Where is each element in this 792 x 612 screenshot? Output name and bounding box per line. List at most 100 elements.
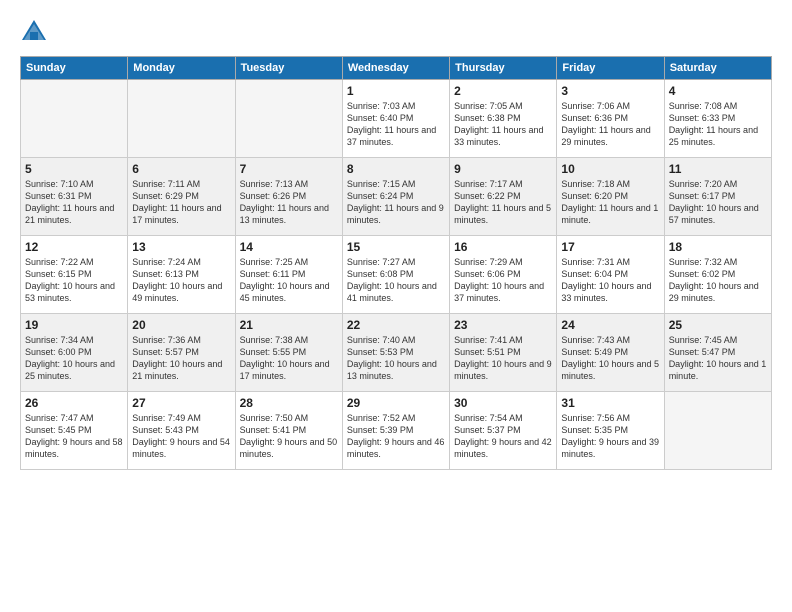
day-number: 26 <box>25 396 123 410</box>
calendar-cell: 2 Sunrise: 7:05 AM Sunset: 6:38 PM Daylig… <box>450 80 557 158</box>
day-number: 28 <box>240 396 338 410</box>
day-content: Sunrise: 7:13 AM Sunset: 6:26 PM Dayligh… <box>240 178 338 227</box>
calendar-cell: 30 Sunrise: 7:54 AM Sunset: 5:37 PM Dayli… <box>450 392 557 470</box>
day-number: 10 <box>561 162 659 176</box>
weekday-header-row: SundayMondayTuesdayWednesdayThursdayFrid… <box>21 57 772 80</box>
day-number: 23 <box>454 318 552 332</box>
day-number: 29 <box>347 396 445 410</box>
day-number: 4 <box>669 84 767 98</box>
calendar-cell: 23 Sunrise: 7:41 AM Sunset: 5:51 PM Dayli… <box>450 314 557 392</box>
day-number: 13 <box>132 240 230 254</box>
day-content: Sunrise: 7:49 AM Sunset: 5:43 PM Dayligh… <box>132 412 230 461</box>
day-number: 12 <box>25 240 123 254</box>
calendar-table: SundayMondayTuesdayWednesdayThursdayFrid… <box>20 56 772 470</box>
day-number: 25 <box>669 318 767 332</box>
day-content: Sunrise: 7:56 AM Sunset: 5:35 PM Dayligh… <box>561 412 659 461</box>
day-content: Sunrise: 7:11 AM Sunset: 6:29 PM Dayligh… <box>132 178 230 227</box>
calendar-cell: 22 Sunrise: 7:40 AM Sunset: 5:53 PM Dayli… <box>342 314 449 392</box>
day-content: Sunrise: 7:47 AM Sunset: 5:45 PM Dayligh… <box>25 412 123 461</box>
calendar-cell: 8 Sunrise: 7:15 AM Sunset: 6:24 PM Daylig… <box>342 158 449 236</box>
day-content: Sunrise: 7:40 AM Sunset: 5:53 PM Dayligh… <box>347 334 445 383</box>
weekday-header-wednesday: Wednesday <box>342 57 449 80</box>
calendar-cell: 21Sunrise: 7:38 AM Sunset: 5:55 PM Dayli… <box>235 314 342 392</box>
logo-icon <box>20 18 48 46</box>
calendar-cell: 15 Sunrise: 7:27 AM Sunset: 6:08 PM Dayli… <box>342 236 449 314</box>
day-content: Sunrise: 7:54 AM Sunset: 5:37 PM Dayligh… <box>454 412 552 461</box>
day-number: 18 <box>669 240 767 254</box>
calendar-cell: 11 Sunrise: 7:20 AM Sunset: 6:17 PM Dayli… <box>664 158 771 236</box>
day-content: Sunrise: 7:06 AM Sunset: 6:36 PM Dayligh… <box>561 100 659 149</box>
calendar-cell: 3 Sunrise: 7:06 AM Sunset: 6:36 PM Daylig… <box>557 80 664 158</box>
day-number: 14 <box>240 240 338 254</box>
calendar-cell: 7 Sunrise: 7:13 AM Sunset: 6:26 PM Daylig… <box>235 158 342 236</box>
day-content: Sunrise: 7:08 AM Sunset: 6:33 PM Dayligh… <box>669 100 767 149</box>
day-number: 15 <box>347 240 445 254</box>
calendar-cell: 13 Sunrise: 7:24 AM Sunset: 6:13 PM Dayli… <box>128 236 235 314</box>
weekday-header-thursday: Thursday <box>450 57 557 80</box>
day-number: 22 <box>347 318 445 332</box>
day-number: 17 <box>561 240 659 254</box>
logo <box>20 18 52 46</box>
calendar-cell <box>128 80 235 158</box>
day-number: 8 <box>347 162 445 176</box>
day-number: 20 <box>132 318 230 332</box>
calendar-cell: 12 Sunrise: 7:22 AM Sunset: 6:15 PM Dayli… <box>21 236 128 314</box>
day-content: Sunrise: 7:31 AM Sunset: 6:04 PM Dayligh… <box>561 256 659 305</box>
calendar-cell: 26 Sunrise: 7:47 AM Sunset: 5:45 PM Dayli… <box>21 392 128 470</box>
weekday-header-sunday: Sunday <box>21 57 128 80</box>
day-number: 7 <box>240 162 338 176</box>
day-content: Sunrise: 7:27 AM Sunset: 6:08 PM Dayligh… <box>347 256 445 305</box>
day-content: Sunrise: 7:36 AM Sunset: 5:57 PM Dayligh… <box>132 334 230 383</box>
day-content: Sunrise: 7:32 AM Sunset: 6:02 PM Dayligh… <box>669 256 767 305</box>
calendar-cell: 28Sunrise: 7:50 AM Sunset: 5:41 PM Dayli… <box>235 392 342 470</box>
page: SundayMondayTuesdayWednesdayThursdayFrid… <box>0 0 792 612</box>
calendar-cell: 9Sunrise: 7:17 AM Sunset: 6:22 PM Daylig… <box>450 158 557 236</box>
day-content: Sunrise: 7:05 AM Sunset: 6:38 PM Dayligh… <box>454 100 552 149</box>
day-content: Sunrise: 7:20 AM Sunset: 6:17 PM Dayligh… <box>669 178 767 227</box>
calendar-cell: 24 Sunrise: 7:43 AM Sunset: 5:49 PM Dayli… <box>557 314 664 392</box>
calendar-cell: 17 Sunrise: 7:31 AM Sunset: 6:04 PM Dayli… <box>557 236 664 314</box>
calendar-cell: 31Sunrise: 7:56 AM Sunset: 5:35 PM Dayli… <box>557 392 664 470</box>
calendar-cell <box>664 392 771 470</box>
calendar-cell: 27 Sunrise: 7:49 AM Sunset: 5:43 PM Dayli… <box>128 392 235 470</box>
calendar-cell: 20 Sunrise: 7:36 AM Sunset: 5:57 PM Dayli… <box>128 314 235 392</box>
day-content: Sunrise: 7:10 AM Sunset: 6:31 PM Dayligh… <box>25 178 123 227</box>
weekday-header-monday: Monday <box>128 57 235 80</box>
week-row-2: 5Sunrise: 7:10 AM Sunset: 6:31 PM Daylig… <box>21 158 772 236</box>
day-number: 16 <box>454 240 552 254</box>
calendar-cell: 5Sunrise: 7:10 AM Sunset: 6:31 PM Daylig… <box>21 158 128 236</box>
day-number: 2 <box>454 84 552 98</box>
calendar-cell: 29 Sunrise: 7:52 AM Sunset: 5:39 PM Dayli… <box>342 392 449 470</box>
day-number: 3 <box>561 84 659 98</box>
calendar-cell: 18 Sunrise: 7:32 AM Sunset: 6:02 PM Dayli… <box>664 236 771 314</box>
day-number: 11 <box>669 162 767 176</box>
day-number: 27 <box>132 396 230 410</box>
day-content: Sunrise: 7:24 AM Sunset: 6:13 PM Dayligh… <box>132 256 230 305</box>
calendar-cell <box>21 80 128 158</box>
calendar-cell: 10Sunrise: 7:18 AM Sunset: 6:20 PM Dayli… <box>557 158 664 236</box>
day-number: 21 <box>240 318 338 332</box>
day-content: Sunrise: 7:29 AM Sunset: 6:06 PM Dayligh… <box>454 256 552 305</box>
day-number: 24 <box>561 318 659 332</box>
weekday-header-tuesday: Tuesday <box>235 57 342 80</box>
calendar-cell: 14 Sunrise: 7:25 AM Sunset: 6:11 PM Dayli… <box>235 236 342 314</box>
weekday-header-friday: Friday <box>557 57 664 80</box>
day-number: 9 <box>454 162 552 176</box>
week-row-3: 12 Sunrise: 7:22 AM Sunset: 6:15 PM Dayli… <box>21 236 772 314</box>
day-content: Sunrise: 7:52 AM Sunset: 5:39 PM Dayligh… <box>347 412 445 461</box>
day-content: Sunrise: 7:25 AM Sunset: 6:11 PM Dayligh… <box>240 256 338 305</box>
day-content: Sunrise: 7:43 AM Sunset: 5:49 PM Dayligh… <box>561 334 659 383</box>
day-number: 1 <box>347 84 445 98</box>
day-number: 30 <box>454 396 552 410</box>
day-content: Sunrise: 7:03 AM Sunset: 6:40 PM Dayligh… <box>347 100 445 149</box>
day-content: Sunrise: 7:41 AM Sunset: 5:51 PM Dayligh… <box>454 334 552 383</box>
calendar-cell: 25Sunrise: 7:45 AM Sunset: 5:47 PM Dayli… <box>664 314 771 392</box>
day-content: Sunrise: 7:22 AM Sunset: 6:15 PM Dayligh… <box>25 256 123 305</box>
calendar-cell: 19 Sunrise: 7:34 AM Sunset: 6:00 PM Dayli… <box>21 314 128 392</box>
week-row-4: 19 Sunrise: 7:34 AM Sunset: 6:00 PM Dayli… <box>21 314 772 392</box>
calendar-cell: 16 Sunrise: 7:29 AM Sunset: 6:06 PM Dayli… <box>450 236 557 314</box>
day-content: Sunrise: 7:15 AM Sunset: 6:24 PM Dayligh… <box>347 178 445 227</box>
day-number: 19 <box>25 318 123 332</box>
day-content: Sunrise: 7:34 AM Sunset: 6:00 PM Dayligh… <box>25 334 123 383</box>
week-row-1: 1 Sunrise: 7:03 AM Sunset: 6:40 PM Daylig… <box>21 80 772 158</box>
